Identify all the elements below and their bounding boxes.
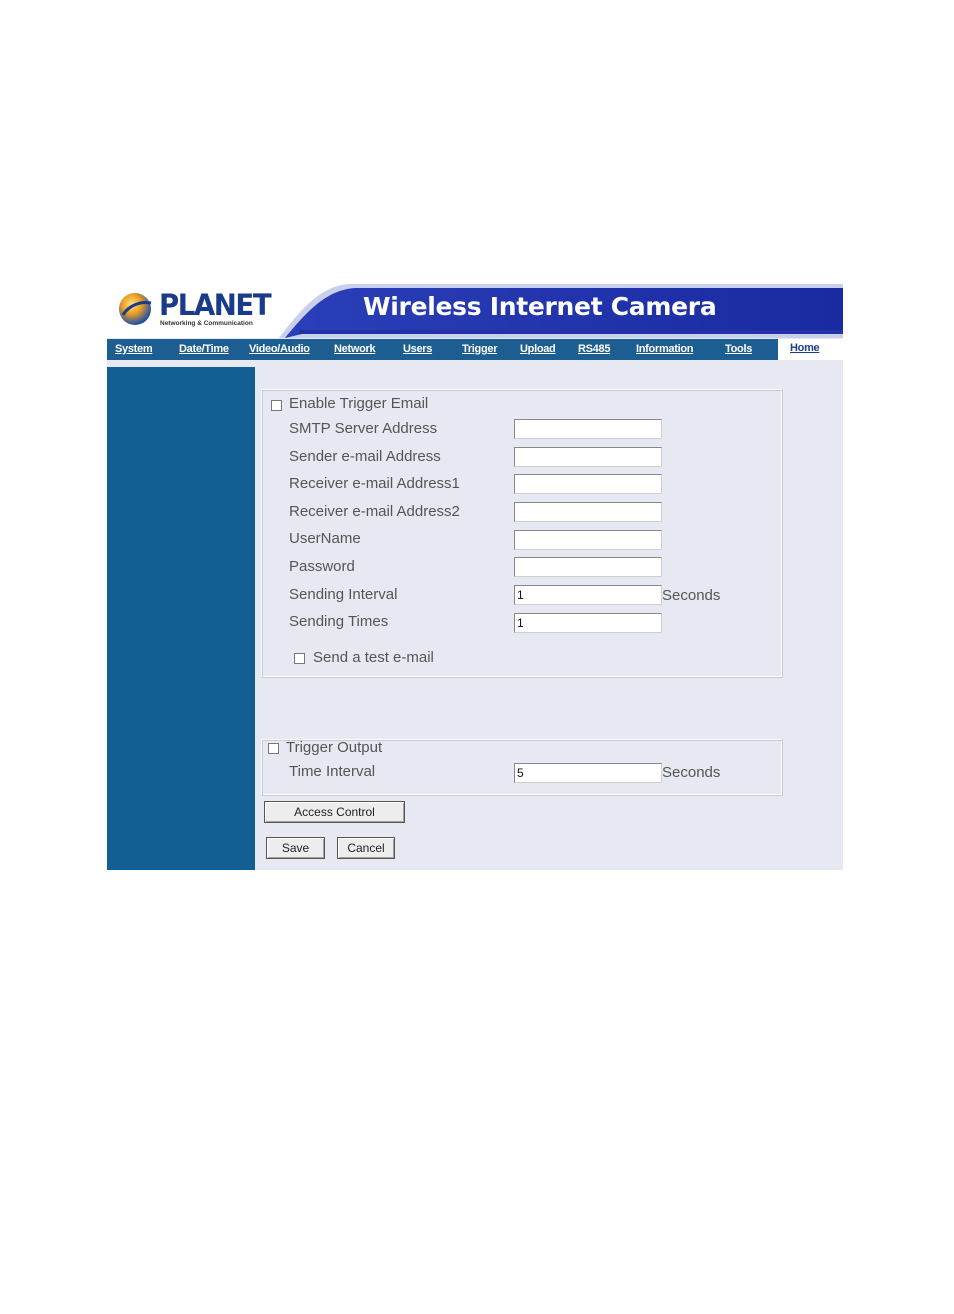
receiver-email2-input[interactable] — [514, 502, 662, 522]
time-interval-unit: Seconds — [662, 764, 721, 781]
nav-upload[interactable]: Upload — [520, 343, 556, 355]
nav-home-cell: Home — [778, 339, 843, 360]
receiver-email1-input[interactable] — [514, 474, 662, 494]
sending-interval-label: Sending Interval — [289, 586, 398, 603]
sidebar — [107, 367, 255, 870]
sender-email-input[interactable] — [514, 447, 662, 467]
nav-home[interactable]: Home — [790, 342, 820, 354]
enable-trigger-email-label: Enable Trigger Email — [289, 395, 429, 412]
nav-rs485[interactable]: RS485 — [578, 343, 610, 355]
banner-title: Wireless Internet Camera — [363, 292, 717, 321]
time-interval-input[interactable] — [514, 763, 662, 783]
smtp-server-label: SMTP Server Address — [289, 420, 438, 437]
logo-subtitle: Networking & Communication — [160, 320, 253, 327]
username-label: UserName — [289, 530, 361, 547]
receiver-email2-label: Receiver e-mail Address2 — [289, 503, 460, 520]
nav-video-audio[interactable]: Video/Audio — [249, 343, 310, 355]
access-control-button[interactable]: Access Control — [264, 801, 405, 823]
sending-times-label: Sending Times — [289, 613, 389, 630]
camera-web-ui: PLANET Networking & Communication Wirele… — [107, 282, 843, 870]
nav-information[interactable]: Information — [636, 343, 694, 355]
trigger-output-label: Trigger Output — [286, 739, 383, 756]
username-input[interactable] — [514, 530, 662, 550]
enable-trigger-email-checkbox[interactable] — [271, 400, 282, 411]
save-button[interactable]: Save — [266, 837, 325, 859]
logo-text: PLANET — [159, 288, 272, 322]
nav-tools[interactable]: Tools — [725, 343, 752, 355]
sending-interval-input[interactable] — [514, 585, 662, 605]
send-test-email-checkbox[interactable] — [294, 653, 305, 664]
smtp-server-input[interactable] — [514, 419, 662, 439]
trigger-settings-panel: Enable Trigger Email SMTP Server Address… — [255, 367, 843, 870]
password-label: Password — [289, 558, 355, 575]
time-interval-label: Time Interval — [289, 763, 376, 780]
nav-users[interactable]: Users — [403, 343, 432, 355]
sending-times-input[interactable] — [514, 613, 662, 633]
nav-system[interactable]: System — [115, 343, 153, 355]
send-test-email-label: Send a test e-mail — [313, 649, 434, 666]
sending-interval-unit: Seconds — [662, 587, 721, 604]
receiver-email1-label: Receiver e-mail Address1 — [289, 475, 460, 492]
planet-globe-icon — [119, 293, 152, 325]
trigger-output-checkbox[interactable] — [268, 743, 279, 754]
nav-network[interactable]: Network — [334, 343, 376, 355]
sender-email-label: Sender e-mail Address — [289, 448, 441, 465]
nav-datetime[interactable]: Date/Time — [179, 343, 229, 355]
cancel-button[interactable]: Cancel — [337, 837, 395, 859]
header: PLANET Networking & Communication Wirele… — [107, 282, 843, 338]
password-input[interactable] — [514, 557, 662, 577]
nav-trigger[interactable]: Trigger — [462, 343, 497, 355]
top-nav: System Date/Time Video/Audio Network Use… — [107, 339, 843, 360]
